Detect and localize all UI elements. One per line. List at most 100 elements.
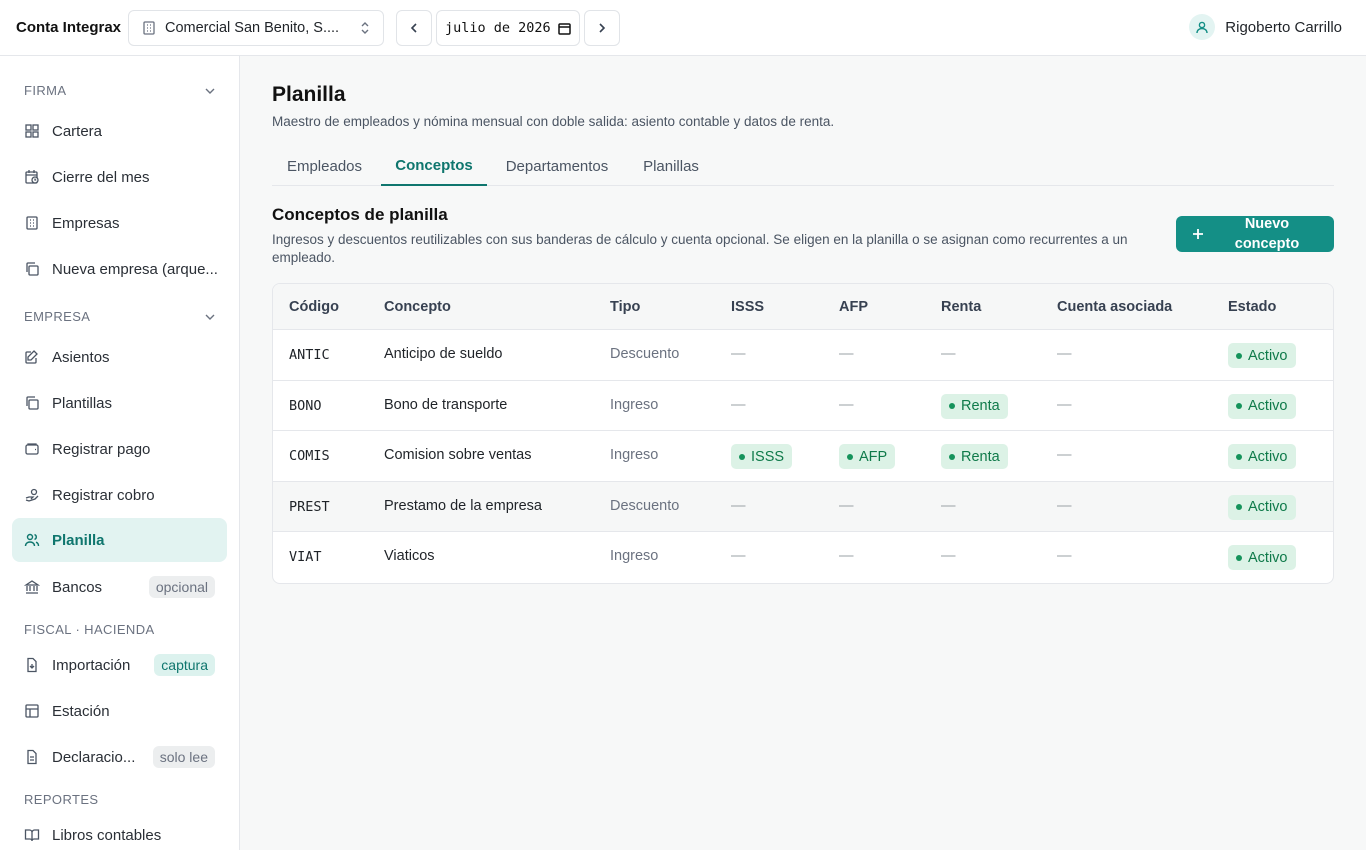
cell-concepto: Bono de transporte — [384, 396, 508, 413]
flag-dot-icon — [949, 403, 955, 409]
company-selector-label: Comercial San Benito, S.... — [165, 20, 340, 36]
sidebar-item-cierre[interactable]: Cierre del mes — [12, 156, 227, 198]
cell-afp: — — [839, 396, 854, 413]
capture-badge: captura — [154, 654, 215, 676]
calendar-clock-icon — [24, 169, 40, 185]
hand-coins-icon — [24, 487, 40, 503]
sidebar-item-plantillas[interactable]: Plantillas — [12, 382, 227, 424]
status-dot-icon — [1236, 554, 1242, 561]
tab-conceptos[interactable]: Conceptos — [381, 146, 487, 186]
status-badge: Activo — [1228, 545, 1296, 570]
cell-tipo: Descuento — [610, 346, 680, 362]
optional-badge: opcional — [148, 576, 215, 598]
sidebar-item-libros[interactable]: Libros contables — [12, 814, 227, 850]
sidebar-item-estacion[interactable]: Estación — [12, 690, 227, 732]
copy-icon — [24, 261, 40, 277]
cell-concepto: Anticipo de sueldo — [384, 346, 503, 362]
plus-icon — [1192, 228, 1204, 240]
cell-isss: — — [731, 396, 746, 413]
sidebar-item-nueva-empresa[interactable]: Nueva empresa (arque... — [12, 248, 227, 290]
table-header: Código Concepto Tipo ISSS AFP Renta Cuen… — [273, 284, 1333, 330]
sidebar-item-label: Importación — [52, 656, 131, 674]
sidebar-item-bancos[interactable]: Bancos opcional — [12, 566, 227, 608]
cell-renta: — — [941, 497, 956, 514]
tab-empleados[interactable]: Empleados — [272, 146, 377, 186]
month-input[interactable]: julio de 2026 — [436, 10, 580, 46]
users-icon — [24, 532, 40, 548]
cell-tipo: Ingreso — [610, 447, 659, 463]
sidebar-item-planilla[interactable]: Planilla — [12, 518, 227, 562]
sidebar: FIRMA Cartera Cierre del mes Empresas Nu… — [0, 56, 240, 850]
sidebar-item-cartera[interactable]: Cartera — [12, 110, 227, 152]
sidebar-item-registrar-cobro[interactable]: Registrar cobro — [12, 474, 227, 516]
user-avatar-icon — [1189, 14, 1216, 40]
column-header-afp[interactable]: AFP — [839, 299, 868, 315]
status-badge-label: Activo — [1248, 549, 1288, 566]
cell-cuenta: — — [1057, 447, 1072, 463]
column-header-isss[interactable]: ISSS — [731, 299, 764, 315]
section-description: Ingresos y descuentos reutilizables con … — [272, 232, 1128, 265]
page-subtitle: Maestro de empleados y nómina mensual co… — [272, 114, 835, 129]
cell-isss: — — [731, 346, 746, 362]
sidebar-item-empresas[interactable]: Empresas — [12, 202, 227, 244]
section-firma[interactable]: FIRMA — [24, 83, 216, 98]
calendar-icon[interactable] — [558, 22, 571, 35]
tab-planillas[interactable]: Planillas — [628, 146, 714, 186]
sidebar-item-registrar-pago[interactable]: Registrar pago — [12, 428, 227, 470]
status-badge: Activo — [1228, 343, 1296, 368]
section-title: Conceptos de planilla — [272, 205, 448, 224]
column-header-estado[interactable]: Estado — [1228, 299, 1276, 315]
isss-badge: ISSS — [731, 444, 793, 469]
column-header-tipo[interactable]: Tipo — [610, 299, 640, 315]
flag-dot-icon — [847, 453, 853, 460]
cell-codigo: VIAT — [289, 549, 322, 565]
concepts-table: Código Concepto Tipo ISSS AFP Renta Cuen… — [272, 283, 1334, 584]
page-title: Planilla — [272, 83, 346, 106]
status-dot-icon — [1236, 504, 1242, 510]
cell-cuenta: — — [1057, 396, 1072, 413]
table-row[interactable]: ANTIC Anticipo de sueldo Descuento — — —… — [273, 330, 1333, 381]
edit-document-icon — [24, 349, 40, 365]
cell-codigo: BONO — [289, 397, 322, 414]
renta-badge-label: Renta — [961, 398, 1000, 414]
building-icon — [141, 20, 157, 36]
cell-codigo: PREST — [289, 498, 330, 515]
section-fiscal-label: FISCAL · HACIENDA — [24, 622, 155, 637]
status-badge: Activo — [1228, 494, 1296, 520]
user-menu[interactable]: Rigoberto Carrillo — [1189, 14, 1342, 40]
column-header-cuenta[interactable]: Cuenta asociada — [1057, 299, 1172, 315]
column-header-concepto[interactable]: Concepto — [384, 299, 451, 315]
table-row[interactable]: PREST Prestamo de la empresa Descuento —… — [273, 481, 1333, 532]
table-row[interactable]: VIAT Viaticos Ingreso — — — — Activo — [273, 532, 1333, 583]
section-fiscal: FISCAL · HACIENDA — [24, 622, 216, 637]
sidebar-item-asientos[interactable]: Asientos — [12, 336, 227, 378]
sidebar-item-declaraciones[interactable]: Declaracio... solo lee — [12, 736, 227, 778]
status-badge-label: Activo — [1248, 499, 1288, 515]
table-row[interactable]: COMIS Comision sobre ventas Ingreso ISSS… — [273, 431, 1333, 482]
user-name: Rigoberto Carrillo — [1225, 18, 1342, 36]
sidebar-item-label: Bancos — [52, 578, 103, 596]
sidebar-item-label: Cierre del mes — [52, 168, 150, 186]
sidebar-item-label: Estación — [52, 702, 110, 720]
status-badge: Activo — [1228, 393, 1296, 419]
bank-icon — [24, 579, 40, 595]
next-month-button[interactable] — [584, 10, 620, 46]
sidebar-item-label: Asientos — [52, 348, 110, 366]
column-header-codigo[interactable]: Código — [289, 299, 339, 315]
grid-icon — [24, 123, 40, 139]
company-selector[interactable]: Comercial San Benito, S.... — [128, 10, 384, 46]
section-firma-label: FIRMA — [24, 83, 67, 98]
new-concept-button[interactable]: Nuevo concepto — [1176, 216, 1334, 252]
copy-icon — [24, 395, 40, 411]
previous-month-button[interactable] — [396, 10, 432, 46]
top-bar: Conta Integrax Comercial San Benito, S..… — [0, 0, 1366, 56]
cell-isss: — — [731, 548, 746, 564]
column-header-renta[interactable]: Renta — [941, 299, 981, 315]
flag-dot-icon — [949, 453, 955, 460]
table-row[interactable]: BONO Bono de transporte Ingreso — — Rent… — [273, 381, 1333, 431]
book-icon — [24, 827, 40, 843]
cell-renta: — — [941, 548, 956, 564]
tab-departamentos[interactable]: Departamentos — [494, 146, 620, 186]
sidebar-item-importacion[interactable]: Importación captura — [12, 644, 227, 686]
section-empresa[interactable]: EMPRESA — [24, 309, 216, 324]
